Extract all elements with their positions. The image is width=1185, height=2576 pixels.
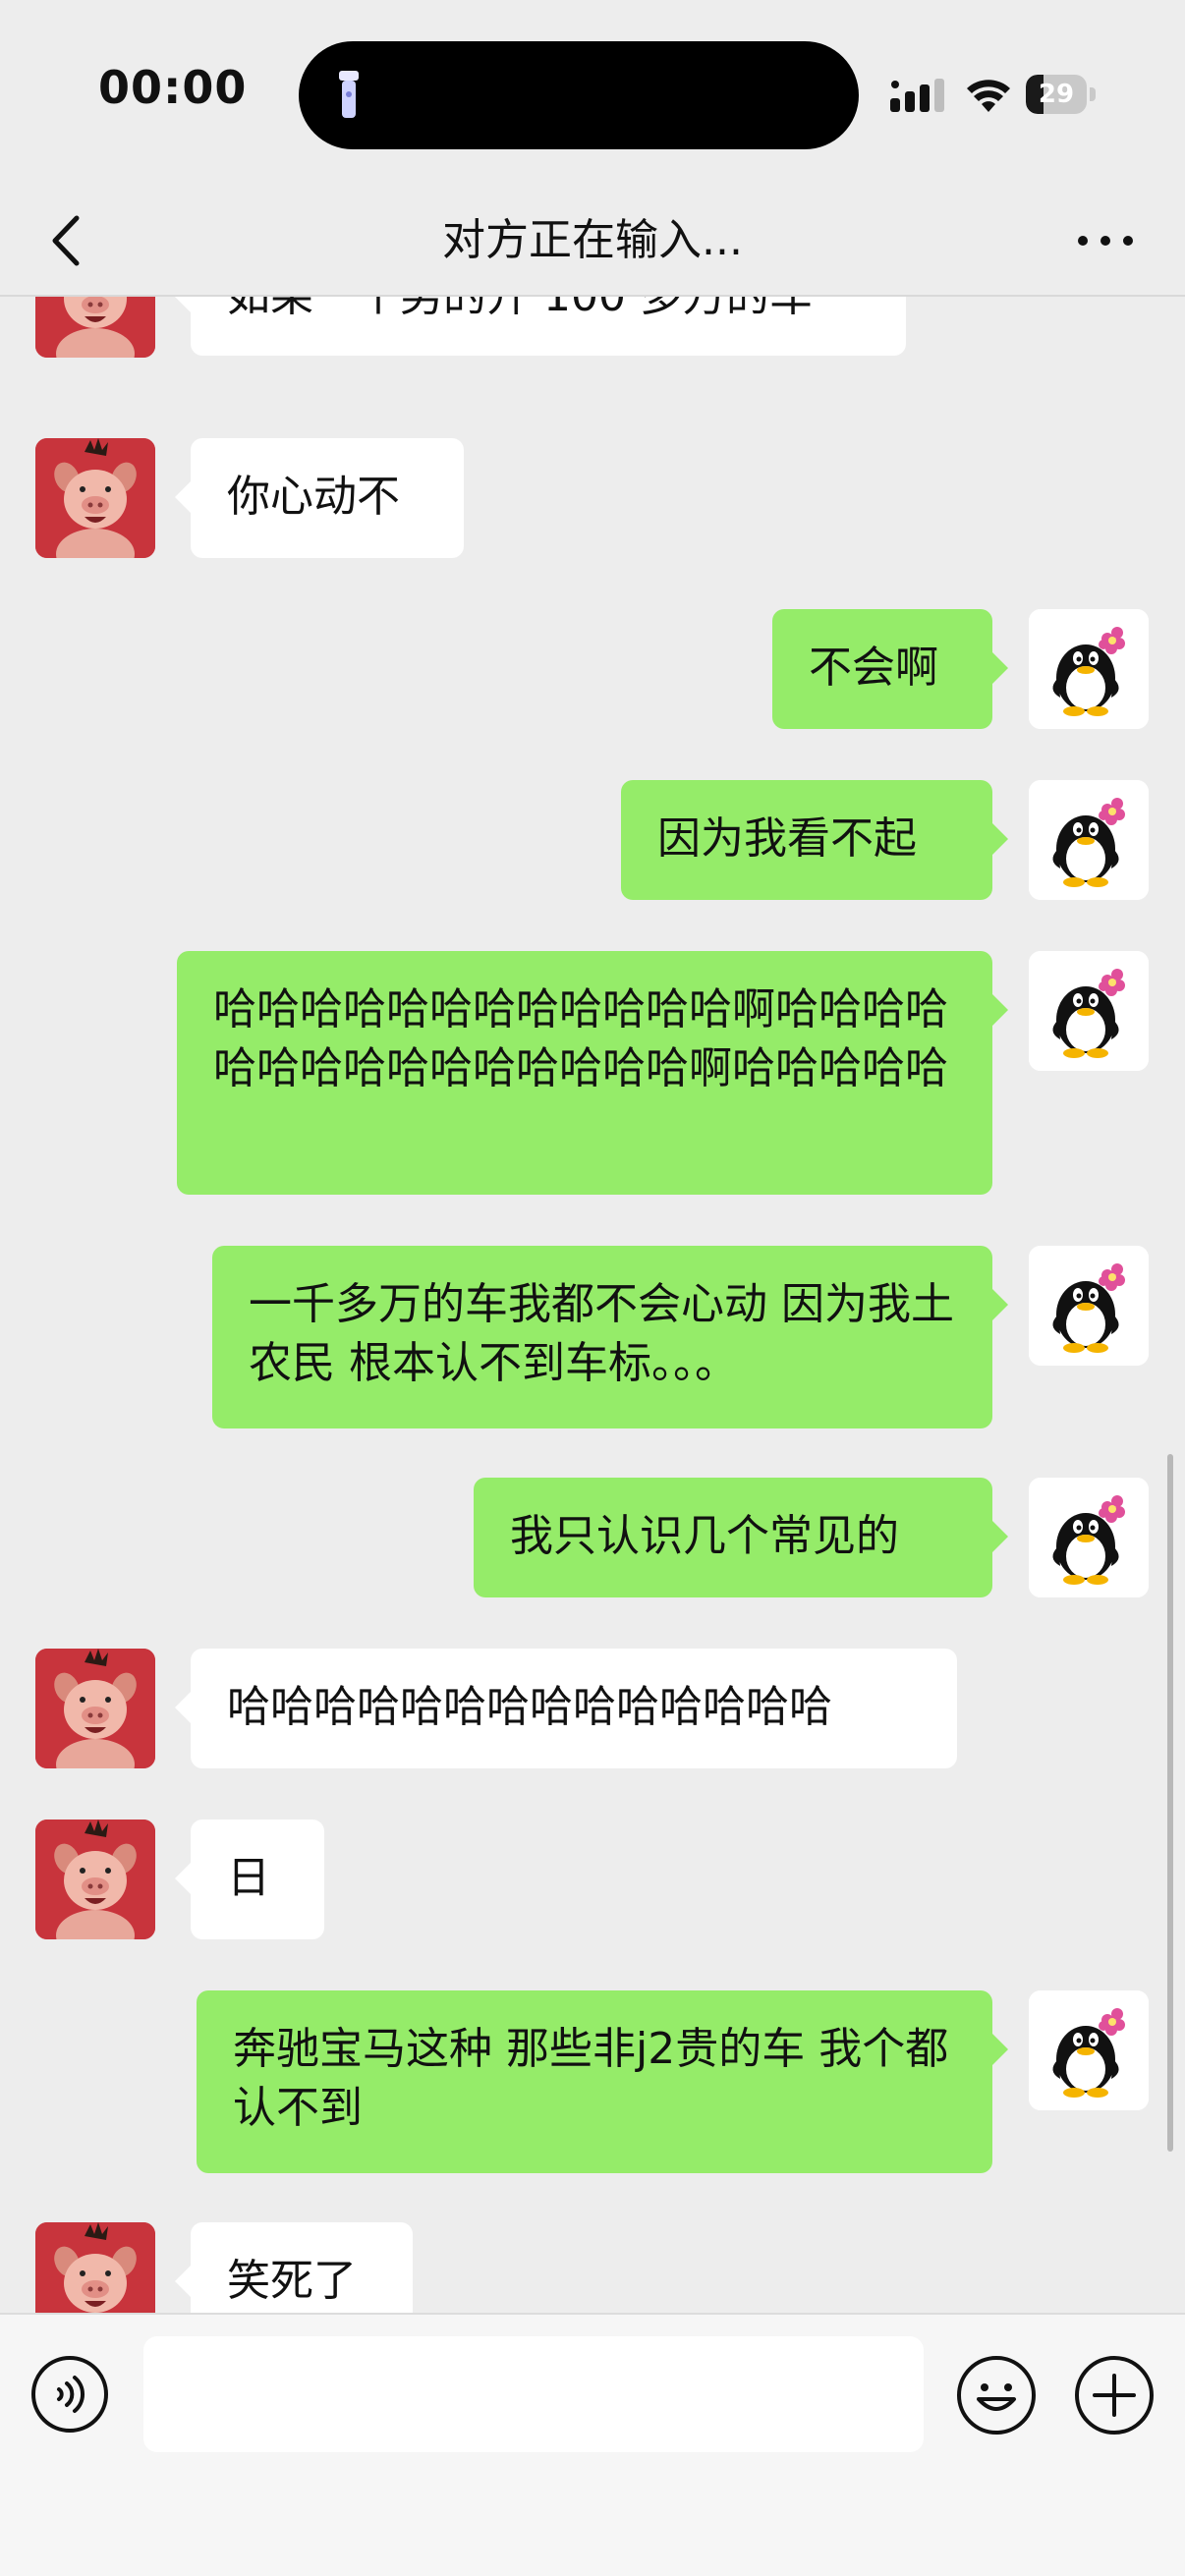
plus-icon[interactable] [1073, 2354, 1156, 2436]
contact-avatar[interactable] [35, 297, 155, 358]
sent-message[interactable]: 奔驰宝马这种 那些非j2贵的车 我个都认不到 [197, 1990, 1008, 2173]
chat-title: 对方正在输入... [442, 215, 743, 265]
emoji-icon[interactable] [955, 2354, 1038, 2436]
message-text: 奔驰宝马这种 那些非j2贵的车 我个都认不到 [233, 2024, 949, 2133]
penguin-avatar-icon [1029, 780, 1149, 900]
cellular-signal-icon [890, 79, 944, 112]
message-text: 哈哈哈哈哈哈哈哈哈哈哈哈啊哈哈哈哈哈哈哈哈哈哈哈哈哈哈哈啊哈哈哈哈哈 [213, 984, 948, 1093]
received-message[interactable]: 哈哈哈哈哈哈哈哈哈哈哈哈哈哈 [175, 1649, 957, 1768]
message-text: 一千多万的车我都不会心动 因为我土农民 根本认不到车标。。。 [249, 1279, 954, 1388]
status-time: 00:00 [98, 61, 248, 114]
battery-level: 29 [1038, 80, 1075, 109]
penguin-avatar-icon [1029, 951, 1149, 1071]
message-text: 我只认识几个常见的 [510, 1511, 899, 1561]
my-avatar[interactable] [1029, 1478, 1149, 1597]
input-bar [0, 2313, 1185, 2576]
message-text: 笑死了 [227, 2256, 357, 2306]
message-input[interactable] [143, 2336, 924, 2452]
message-text: 日 [227, 1853, 270, 1903]
message-text: 你心动不 [227, 472, 400, 522]
penguin-avatar-icon [1029, 1478, 1149, 1597]
message-list[interactable]: 如果一个男的开 100 多万的车 你心动不 不会啊 因为我看不起 哈哈哈哈哈哈哈… [0, 297, 1185, 2313]
my-avatar[interactable] [1029, 609, 1149, 729]
sent-message[interactable]: 我只认识几个常见的 [474, 1478, 1008, 1597]
voice-icon[interactable] [29, 2354, 110, 2435]
pig-avatar-icon [35, 438, 155, 558]
contact-avatar[interactable] [35, 438, 155, 558]
penguin-avatar-icon [1029, 1990, 1149, 2110]
my-avatar[interactable] [1029, 1990, 1149, 2110]
message-text: 如果一个男的开 100 多万的车 [227, 297, 813, 321]
message-text: 哈哈哈哈哈哈哈哈哈哈哈哈哈哈 [227, 1682, 832, 1732]
my-avatar[interactable] [1029, 780, 1149, 900]
pig-avatar-icon [35, 297, 155, 358]
message-text: 因为我看不起 [657, 813, 917, 864]
sent-message[interactable]: 哈哈哈哈哈哈哈哈哈哈哈哈啊哈哈哈哈哈哈哈哈哈哈哈哈哈哈哈啊哈哈哈哈哈 [177, 951, 1008, 1195]
my-avatar[interactable] [1029, 1246, 1149, 1366]
back-button[interactable] [39, 206, 98, 275]
received-message[interactable]: 日 [175, 1820, 324, 1939]
pig-avatar-icon [35, 1649, 155, 1768]
pig-avatar-icon [35, 1820, 155, 1939]
sent-message[interactable]: 因为我看不起 [621, 780, 1008, 900]
pig-avatar-icon [35, 2222, 155, 2313]
more-options-button[interactable] [1071, 221, 1140, 260]
received-message[interactable]: 笑死了 [175, 2222, 413, 2313]
received-message[interactable]: 如果一个男的开 100 多万的车 [175, 297, 906, 356]
penguin-avatar-icon [1029, 609, 1149, 729]
my-avatar[interactable] [1029, 951, 1149, 1071]
penguin-avatar-icon [1029, 1246, 1149, 1366]
sent-message[interactable]: 一千多万的车我都不会心动 因为我土农民 根本认不到车标。。。 [212, 1246, 1008, 1428]
status-bar: 00:00 29 [0, 0, 1185, 187]
contact-avatar[interactable] [35, 1820, 155, 1939]
dynamic-island [299, 41, 859, 149]
message-text: 不会啊 [809, 643, 938, 693]
battery-icon: 29 [1026, 75, 1097, 116]
contact-avatar[interactable] [35, 2222, 155, 2313]
received-message[interactable]: 你心动不 [175, 438, 464, 558]
chat-screen: 00:00 29 对方正在输入... 你心动不 不会啊 因为我看不起 哈哈哈哈哈… [0, 0, 1185, 2576]
scrollbar[interactable] [1167, 1454, 1173, 2152]
chat-header: 对方正在输入... [0, 187, 1185, 297]
sent-message[interactable]: 不会啊 [772, 609, 1008, 729]
contact-avatar[interactable] [35, 1649, 155, 1768]
flashlight-icon [339, 71, 359, 118]
wifi-icon [967, 80, 1010, 112]
